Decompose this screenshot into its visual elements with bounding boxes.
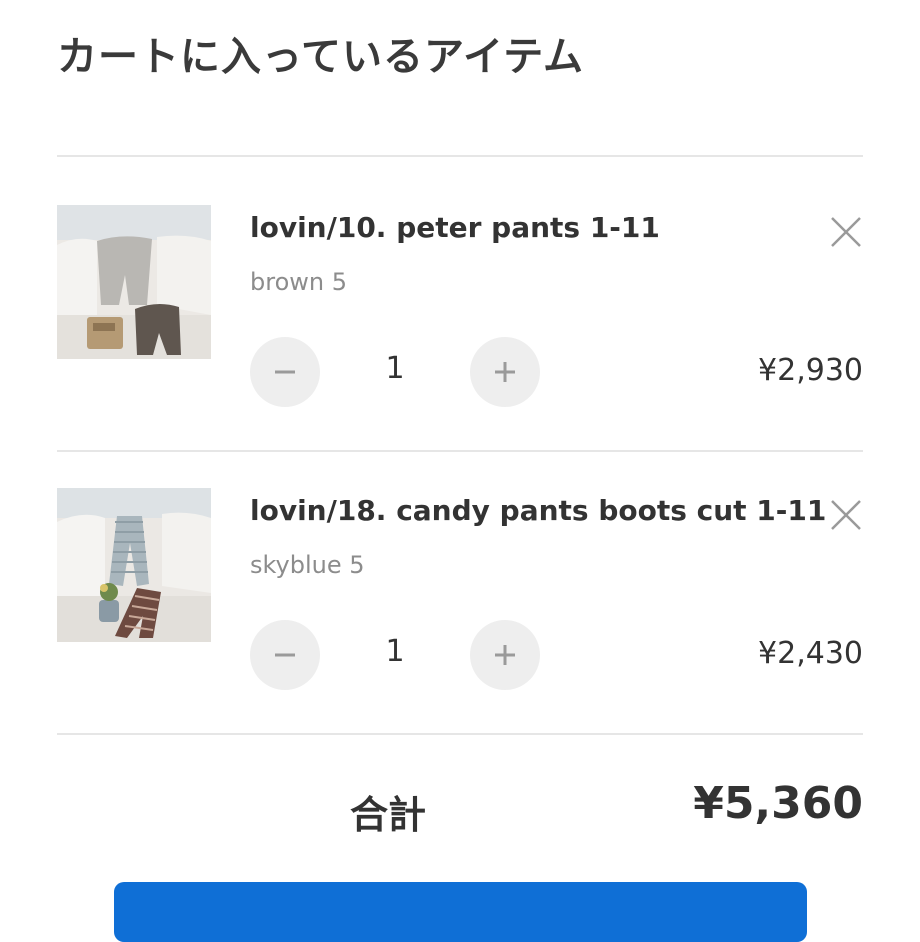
product-image[interactable] <box>57 205 211 359</box>
remove-item-button[interactable] <box>829 215 863 249</box>
decrease-quantity-button[interactable] <box>250 620 320 690</box>
close-icon <box>831 217 861 247</box>
item-price: ¥2,930 <box>758 353 863 388</box>
item-price: ¥2,430 <box>758 636 863 671</box>
minus-icon <box>275 653 295 657</box>
quantity-value: 1 <box>385 634 405 669</box>
product-image[interactable] <box>57 488 211 642</box>
divider <box>57 733 863 735</box>
divider <box>57 155 863 157</box>
total-label: 合計 <box>350 793 427 837</box>
increase-quantity-button[interactable] <box>470 620 540 690</box>
quantity-value: 1 <box>385 351 405 386</box>
item-variant: skyblue 5 <box>250 551 365 579</box>
plus-icon <box>495 645 515 665</box>
plus-icon <box>495 362 515 382</box>
product-photo-pants <box>57 205 211 359</box>
cart-item: lovin/18. candy pants boots cut 1-11 sky… <box>57 488 863 708</box>
cart-title: カートに入っているアイテム <box>57 34 584 80</box>
item-name[interactable]: lovin/10. peter pants 1-11 <box>250 211 660 244</box>
decrease-quantity-button[interactable] <box>250 337 320 407</box>
checkout-button[interactable] <box>114 882 807 942</box>
product-photo-pants <box>57 488 211 642</box>
divider <box>57 450 863 452</box>
minus-icon <box>275 370 295 374</box>
item-variant: brown 5 <box>250 268 347 296</box>
close-icon <box>831 500 861 530</box>
increase-quantity-button[interactable] <box>470 337 540 407</box>
remove-item-button[interactable] <box>829 498 863 532</box>
total-value: ¥5,360 <box>693 778 863 829</box>
cart-item: lovin/10. peter pants 1-11 brown 5 1 ¥2,… <box>57 205 863 425</box>
item-name[interactable]: lovin/18. candy pants boots cut 1-11 <box>250 494 826 527</box>
